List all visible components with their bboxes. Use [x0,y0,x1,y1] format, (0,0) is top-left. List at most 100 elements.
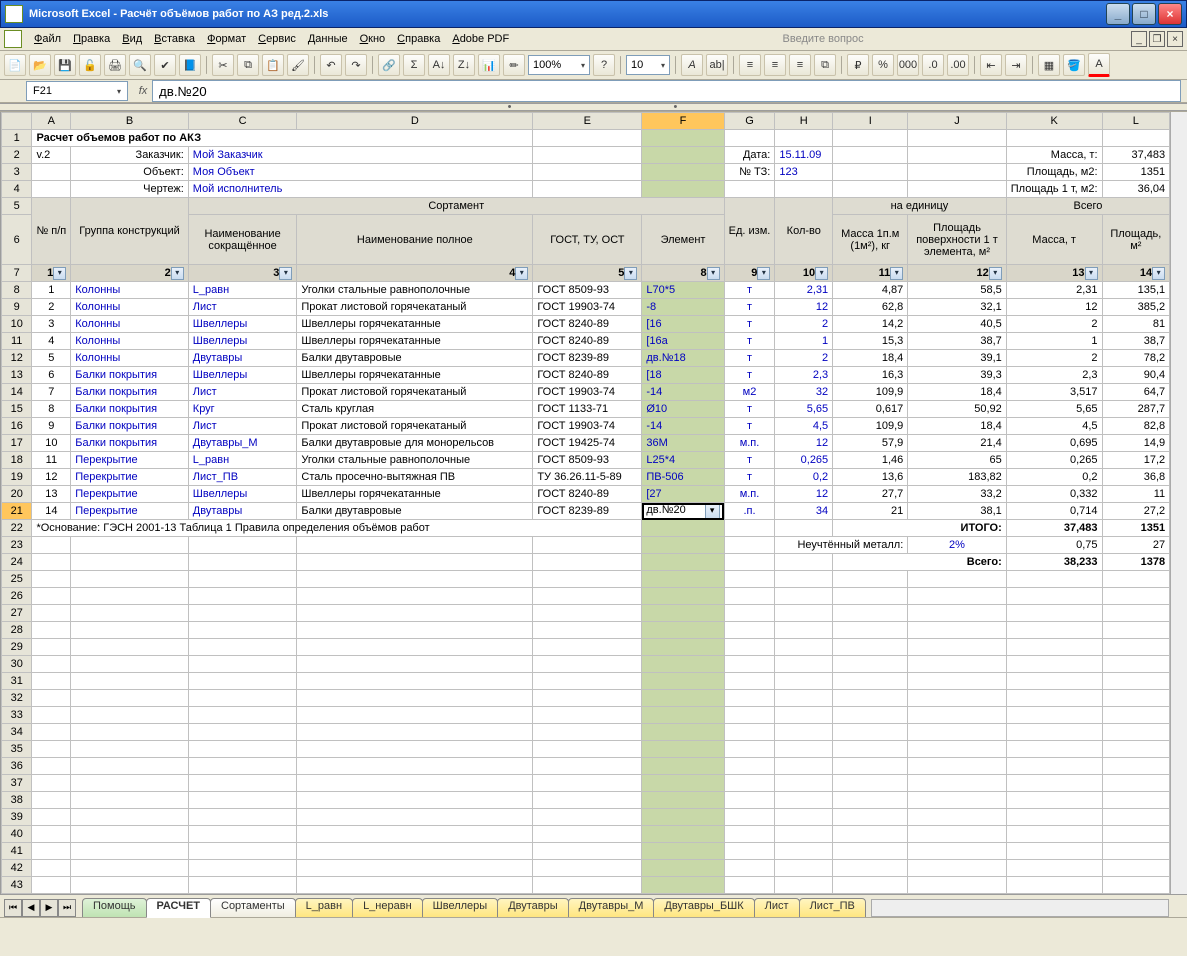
element-cell[interactable]: Ø10 [642,401,724,418]
row-header[interactable]: 9 [2,299,32,316]
short-name-cell[interactable]: Лист [188,384,297,401]
sort-desc-icon[interactable]: Z↓ [453,54,475,76]
filter-cell[interactable]: 4▾ [297,265,533,282]
short-name-cell[interactable]: Швеллеры [188,333,297,350]
group-cell[interactable]: Перекрытие [71,486,189,503]
row-header[interactable]: 31 [2,673,32,690]
active-cell[interactable]: дв.№20▾ дв.№20дв.№22дв.№24дв.№27дв.№30дв… [642,503,724,520]
vertical-scrollbar[interactable] [1170,112,1187,894]
short-name-cell[interactable]: Двутавры [188,350,297,367]
row-header[interactable]: 43 [2,877,32,894]
filter-dropdown-icon[interactable]: ▾ [624,267,637,280]
group-cell[interactable]: Перекрытие [71,469,189,486]
element-cell[interactable]: ПВ-506 [642,469,724,486]
fx-icon[interactable]: fx [134,85,152,97]
filter-dropdown-icon[interactable]: ▾ [171,267,184,280]
row-header[interactable]: 25 [2,571,32,588]
undo-icon[interactable]: ↶ [320,54,342,76]
tab-first-icon[interactable]: ⏮ [4,899,22,917]
sheet-tab-Двутавры[interactable]: Двутавры [497,898,568,917]
horizontal-scrollbar[interactable] [871,899,1169,917]
filter-dropdown-icon[interactable]: ▾ [1152,267,1165,280]
preview-icon[interactable]: 🔍 [129,54,151,76]
col-header-E[interactable]: E [533,113,642,130]
filter-dropdown-icon[interactable]: ▾ [707,267,720,280]
col-header-A[interactable]: A [32,113,71,130]
copy-icon[interactable]: ⧉ [237,54,259,76]
unit-cell[interactable]: м2 [724,384,775,401]
maximize-button[interactable]: □ [1132,3,1156,25]
menu-Adobe PDF[interactable]: Adobe PDF [446,31,515,47]
qty-cell[interactable]: 4,5 [775,418,833,435]
short-name-cell[interactable]: Лист [188,418,297,435]
currency-icon[interactable]: ₽ [847,54,869,76]
col-header-L[interactable]: L [1102,113,1170,130]
group-cell[interactable]: Балки покрытия [71,435,189,452]
row-header[interactable]: 21 [2,503,32,520]
unaccounted-pct[interactable]: 2% [908,537,1006,554]
short-name-cell[interactable]: Швеллеры [188,486,297,503]
unit-cell[interactable]: т [724,299,775,316]
row-header[interactable]: 34 [2,724,32,741]
col-header-F[interactable]: F [642,113,724,130]
row-header[interactable]: 27 [2,605,32,622]
unit-cell[interactable]: т [724,418,775,435]
cell-dropdown-icon[interactable]: ▾ [705,504,720,519]
menu-Формат[interactable]: Формат [201,31,252,47]
format-painter-icon[interactable]: 🖌 [287,54,309,76]
group-cell[interactable]: Колонны [71,299,189,316]
sort-asc-icon[interactable]: A↓ [428,54,450,76]
name-box[interactable]: F21▾ [26,81,128,101]
bold-icon[interactable]: A [681,54,703,76]
close-button[interactable]: × [1158,3,1182,25]
select-all-corner[interactable] [2,113,32,130]
row-header[interactable]: 32 [2,690,32,707]
element-cell[interactable]: [16a [642,333,724,350]
row-header[interactable]: 1 [2,130,32,147]
zoom-combo[interactable]: 100%▾ [528,55,590,75]
inner-close-button[interactable]: × [1167,31,1183,47]
tab-prev-icon[interactable]: ◀ [22,899,40,917]
short-name-cell[interactable]: L_равн [188,452,297,469]
permission-icon[interactable]: 🔓 [79,54,101,76]
element-cell[interactable]: дв.№18 [642,350,724,367]
qty-cell[interactable]: 2,3 [775,367,833,384]
group-cell[interactable]: Колонны [71,350,189,367]
filter-cell[interactable]: 9▾ [724,265,775,282]
inner-restore-button[interactable]: ❐ [1149,31,1165,47]
filter-dropdown-icon[interactable]: ▾ [515,267,528,280]
menu-Файл[interactable]: Файл [28,31,67,47]
row-header[interactable]: 11 [2,333,32,350]
filter-cell[interactable]: 8▾ [642,265,724,282]
open-icon[interactable]: 📂 [29,54,51,76]
col-header-G[interactable]: G [724,113,775,130]
element-cell[interactable]: -8 [642,299,724,316]
row-header[interactable]: 41 [2,843,32,860]
short-name-cell[interactable]: Лист [188,299,297,316]
filter-cell[interactable]: 11▾ [833,265,908,282]
element-cell[interactable]: [27 [642,486,724,503]
row-header[interactable]: 38 [2,792,32,809]
align-right-icon[interactable]: ≡ [789,54,811,76]
sheet-tab-Помощь[interactable]: Помощь [82,898,147,917]
cut-icon[interactable]: ✂ [212,54,234,76]
group-cell[interactable]: Колонны [71,333,189,350]
row-header[interactable]: 19 [2,469,32,486]
ask-question-box[interactable]: Введите вопрос [775,31,872,47]
unit-cell[interactable]: т [724,316,775,333]
element-cell[interactable]: -14 [642,418,724,435]
group-cell[interactable]: Балки покрытия [71,401,189,418]
sheet-tab-Швеллеры[interactable]: Швеллеры [422,898,499,917]
filter-dropdown-icon[interactable]: ▾ [1085,267,1098,280]
object-value[interactable]: Моя Объект [188,164,533,181]
borders-icon[interactable]: ▦ [1038,54,1060,76]
research-icon[interactable]: 📘 [179,54,201,76]
comma-icon[interactable]: 000 [897,54,919,76]
col-header-B[interactable]: B [71,113,189,130]
filter-cell[interactable]: 2▾ [71,265,189,282]
filter-dropdown-icon[interactable]: ▾ [279,267,292,280]
row-header[interactable]: 33 [2,707,32,724]
paste-icon[interactable]: 📋 [262,54,284,76]
element-cell[interactable]: [18 [642,367,724,384]
spell-icon[interactable]: ✔ [154,54,176,76]
